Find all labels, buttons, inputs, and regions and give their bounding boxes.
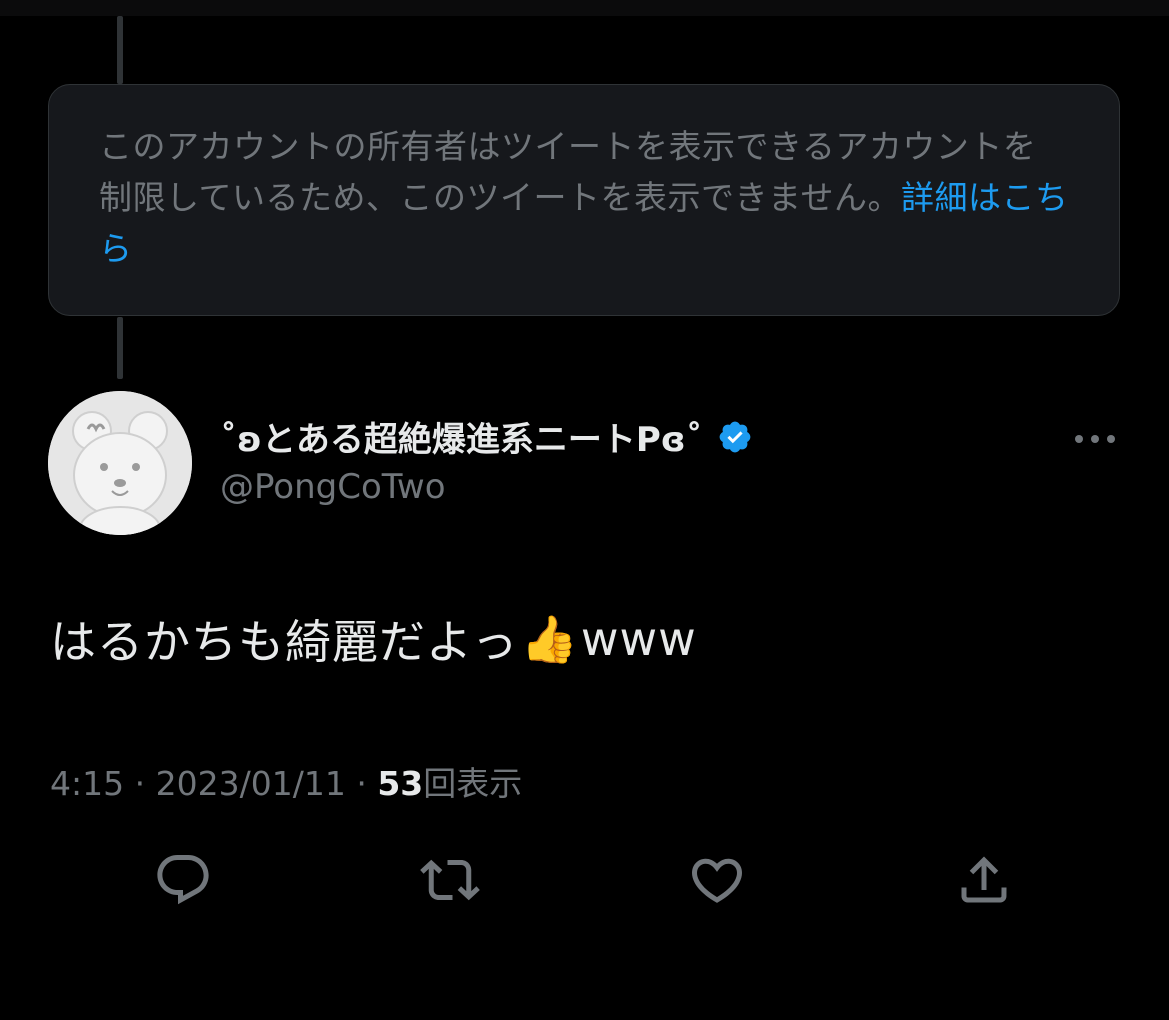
- like-button[interactable]: [687, 850, 747, 910]
- restricted-tweet-notice: このアカウントの所有者はツイートを表示できるアカウントを制限しているため、このツ…: [48, 84, 1120, 316]
- retweet-icon: [420, 859, 480, 901]
- more-horizontal-icon[interactable]: [1072, 424, 1118, 454]
- thread-connector-line: [117, 317, 123, 379]
- author-name-text[interactable]: ˚ʚとある超絶爆進系ニートPɞ˚: [220, 412, 703, 461]
- thumbs-up-emoji: 👍: [520, 611, 579, 666]
- meta-separator: ·: [356, 764, 367, 803]
- meta-separator: ·: [134, 764, 146, 803]
- tweet-text-suffix: www: [580, 612, 697, 666]
- avatar[interactable]: [48, 391, 192, 535]
- tweet-time[interactable]: 4:15: [50, 764, 124, 803]
- views-count: 53: [377, 764, 424, 803]
- thread-connector-line: [117, 16, 123, 84]
- share-icon: [961, 856, 1007, 903]
- author-name[interactable]: ˚ʚとある超絶爆進系ニートPɞ˚: [220, 412, 753, 461]
- heart-icon: [691, 858, 743, 903]
- reply-button[interactable]: [153, 850, 213, 910]
- reply-icon: [157, 855, 209, 905]
- tweet-text-main: はるかちも綺麗だよっ: [50, 615, 519, 669]
- author-handle[interactable]: @PongCoTwo: [220, 467, 446, 507]
- views-label: 回表示: [423, 764, 523, 803]
- notice-text: このアカウントの所有者はツイートを表示できるアカウントを制限しているため、このツ…: [99, 127, 1037, 217]
- share-button[interactable]: [954, 850, 1014, 910]
- tweet-text: はるかちも綺麗だよっ 👍 www: [50, 606, 697, 672]
- tweet-meta: 4:15 · 2023/01/11 · 53回表示: [50, 757, 522, 805]
- retweet-button[interactable]: [420, 850, 480, 910]
- verified-badge-icon: [719, 421, 751, 452]
- top-bar-edge: [0, 0, 1169, 16]
- bear-avatar-icon: [48, 391, 192, 535]
- tweet-date[interactable]: 2023/01/11: [156, 764, 346, 803]
